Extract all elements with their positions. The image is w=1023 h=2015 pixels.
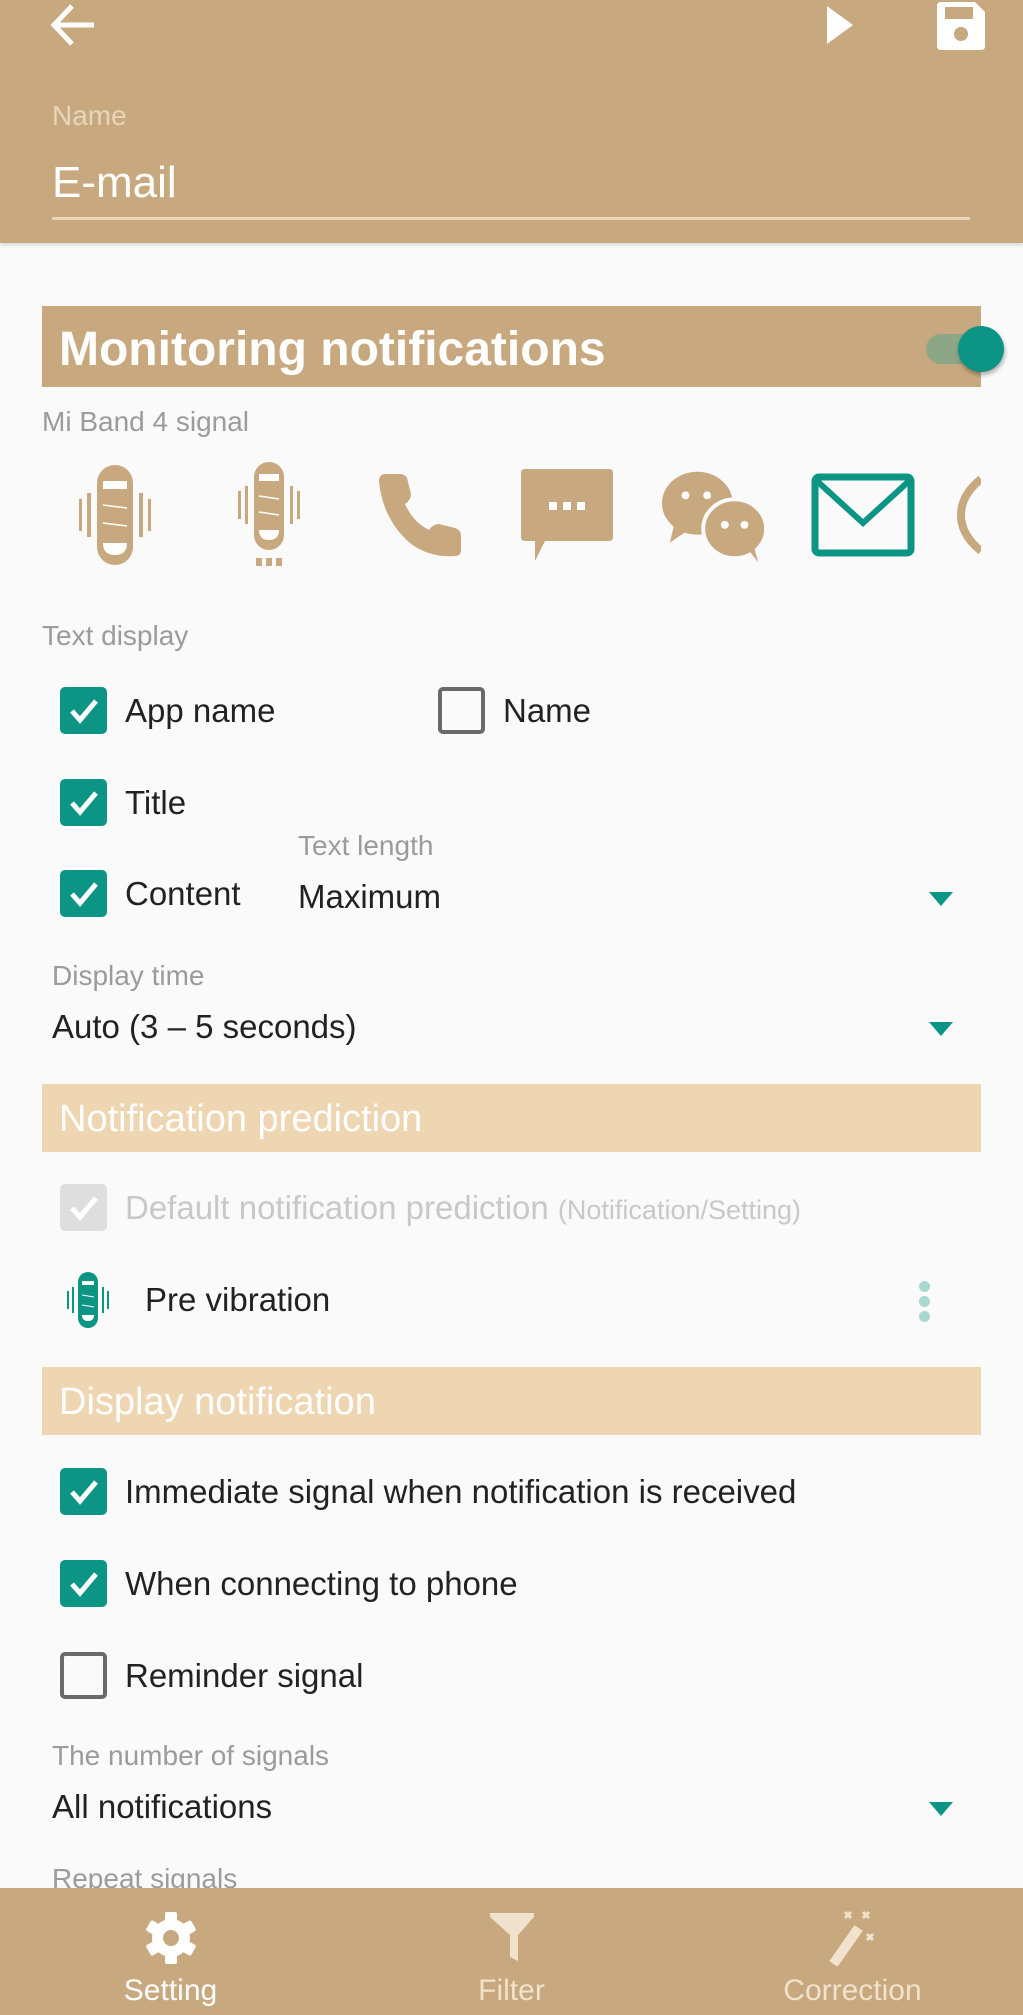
signal-option-more[interactable] bbox=[957, 455, 981, 575]
checkbox-box bbox=[60, 779, 107, 826]
checkbox-when-connecting[interactable]: When connecting to phone bbox=[60, 1560, 518, 1607]
checkmark-icon bbox=[69, 1195, 98, 1221]
partial-icon bbox=[957, 475, 981, 555]
signal-label: Mi Band 4 signal bbox=[42, 406, 250, 437]
monitoring-toggle[interactable] bbox=[922, 324, 1014, 372]
checkmark-icon bbox=[69, 698, 98, 724]
dropdown-arrow-icon bbox=[929, 892, 953, 906]
floppy-save-icon bbox=[937, 2, 985, 50]
text-length-dropdown[interactable]: Maximum bbox=[298, 878, 953, 922]
play-button[interactable] bbox=[815, 0, 865, 50]
default-prediction-label: Default notification prediction bbox=[125, 1188, 549, 1226]
checkbox-reminder-signal[interactable]: Reminder signal bbox=[60, 1652, 363, 1699]
checkbox-content[interactable]: Content bbox=[60, 870, 241, 917]
nav-setting[interactable]: Setting bbox=[0, 1888, 341, 2015]
text-length-value: Maximum bbox=[298, 878, 442, 915]
magic-wand-icon bbox=[828, 1910, 874, 1966]
checkmark-icon bbox=[69, 1479, 98, 1505]
nav-correction[interactable]: Correction bbox=[682, 1888, 1023, 2015]
nav-label: Filter bbox=[478, 1974, 545, 2007]
checkbox-title[interactable]: Title bbox=[60, 779, 186, 826]
play-icon bbox=[827, 6, 853, 44]
checkbox-label: Reminder signal bbox=[125, 1656, 364, 1694]
checkbox-box bbox=[438, 687, 485, 734]
nav-label: Correction bbox=[783, 1974, 922, 2007]
default-prediction-hint: (Notification/Setting) bbox=[557, 1194, 802, 1225]
checkbox-label: Name bbox=[503, 691, 592, 729]
name-label: Name bbox=[52, 100, 127, 131]
dropdown-arrow-icon bbox=[929, 1022, 953, 1036]
more-options-button[interactable] bbox=[912, 1277, 936, 1327]
checkbox-label: Content bbox=[125, 874, 241, 912]
wechat-chat-icon bbox=[661, 471, 769, 563]
band-vibrate-long-icon bbox=[79, 465, 151, 565]
gear-icon bbox=[145, 1912, 196, 1964]
signal-option-wechat[interactable] bbox=[660, 455, 770, 575]
dropdown-arrow-icon bbox=[929, 1802, 953, 1816]
signal-icons-row bbox=[42, 455, 981, 575]
signal-option-band-short[interactable] bbox=[214, 455, 324, 575]
name-input[interactable] bbox=[52, 158, 970, 220]
display-notification-title: Display notification bbox=[59, 1381, 376, 1423]
sms-message-icon bbox=[521, 469, 613, 561]
checkbox-box bbox=[60, 1560, 107, 1607]
checkbox-box bbox=[60, 1652, 107, 1699]
checkbox-box bbox=[60, 1468, 107, 1515]
checkbox-app-name[interactable]: App name bbox=[60, 687, 275, 734]
number-of-signals-value: All notifications bbox=[52, 1788, 273, 1825]
display-time-dropdown[interactable]: Auto (3 – 5 seconds) bbox=[52, 1008, 953, 1052]
kebab-dot bbox=[918, 1296, 930, 1307]
display-notification-header: Display notification bbox=[42, 1367, 981, 1435]
checkbox-label: When connecting to phone bbox=[125, 1564, 518, 1602]
signal-option-band-long[interactable] bbox=[60, 455, 170, 575]
checkmark-icon bbox=[69, 881, 98, 907]
checkbox-label: App name bbox=[125, 691, 276, 729]
nav-label: Setting bbox=[123, 1974, 218, 2007]
checkbox-label: Default notification prediction (Notific… bbox=[125, 1189, 801, 1227]
checkbox-name[interactable]: Name bbox=[438, 687, 591, 734]
checkbox-default-prediction[interactable]: Default notification prediction (Notific… bbox=[60, 1184, 801, 1231]
nav-filter[interactable]: Filter bbox=[341, 1888, 682, 2015]
signal-option-phone[interactable] bbox=[365, 455, 475, 575]
checkbox-immediate-signal[interactable]: Immediate signal when notification is re… bbox=[60, 1468, 796, 1515]
phone-call-icon bbox=[379, 474, 461, 557]
signal-option-email[interactable] bbox=[808, 455, 918, 575]
text-display-label: Text display bbox=[42, 620, 189, 651]
band-vibrate-icon bbox=[67, 1272, 109, 1328]
pre-vibration-label: Pre vibration bbox=[145, 1281, 331, 1318]
monitoring-notifications-header: Monitoring notifications bbox=[42, 306, 1004, 387]
band-vibrate-short-icon bbox=[238, 462, 300, 566]
checkbox-box bbox=[60, 1184, 107, 1231]
email-envelope-icon bbox=[811, 473, 915, 557]
checkmark-icon bbox=[69, 1571, 98, 1597]
checkbox-box bbox=[60, 687, 107, 734]
checkbox-box bbox=[60, 870, 107, 917]
checkbox-label: Title bbox=[125, 783, 187, 821]
number-of-signals-dropdown[interactable]: All notifications bbox=[52, 1788, 953, 1832]
kebab-dot bbox=[918, 1311, 930, 1322]
signal-option-sms[interactable] bbox=[512, 455, 622, 575]
bottom-navigation: Setting Filter Correction bbox=[0, 1888, 1023, 2015]
notification-prediction-title: Notification prediction bbox=[59, 1098, 423, 1140]
monitoring-notifications-title: Monitoring notifications bbox=[59, 323, 606, 376]
checkbox-label: Immediate signal when notification is re… bbox=[125, 1472, 797, 1510]
toggle-knob bbox=[958, 326, 1004, 372]
kebab-dot bbox=[918, 1281, 930, 1292]
top-app-bar: Name bbox=[0, 0, 1023, 243]
pre-vibration-row[interactable]: Pre vibration bbox=[42, 1265, 981, 1335]
save-button[interactable] bbox=[930, 0, 992, 52]
display-time-value: Auto (3 – 5 seconds) bbox=[52, 1008, 357, 1045]
display-time-label: Display time bbox=[52, 960, 205, 991]
number-of-signals-label: The number of signals bbox=[52, 1740, 330, 1771]
checkmark-icon bbox=[69, 790, 98, 816]
filter-funnel-icon bbox=[489, 1913, 534, 1961]
notification-prediction-header: Notification prediction bbox=[42, 1084, 981, 1152]
back-button[interactable] bbox=[40, 0, 106, 50]
text-length-label: Text length bbox=[298, 830, 434, 861]
arrow-left-icon bbox=[50, 4, 94, 46]
